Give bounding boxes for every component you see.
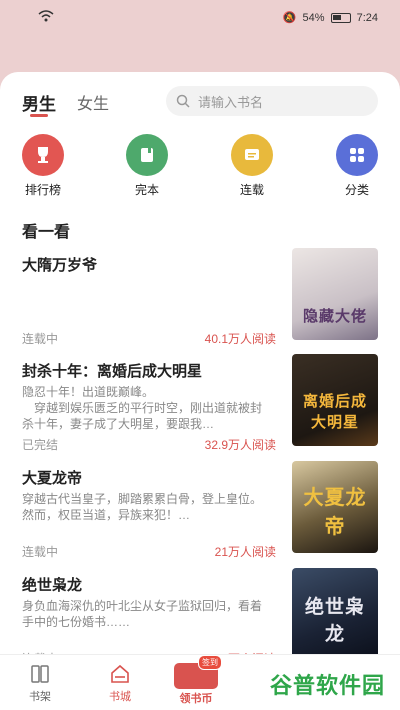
book-icon [126,134,168,176]
search-placeholder: 请输入书名 [198,94,264,110]
category-ranking[interactable]: 排行榜 [3,134,83,198]
book-status: 连载中 [22,332,59,346]
cover-title: 大夏龙帝 [303,487,367,538]
cover-title: 隐藏大佬 [302,308,367,325]
category-label: 分类 [344,183,369,197]
tab-indicator [30,114,48,117]
book-cover[interactable]: 隐藏大佬 [292,248,378,340]
clock: 7:24 [356,11,378,24]
cover-title: 绝世枭龙 [304,597,365,645]
book-title: 大夏龙帝 [22,470,83,487]
top-bar: 男生 女生 请输入书名 [0,86,400,122]
book-desc: 隐忍十年！出道既巅峰。 穿越到娱乐匮乏的平行时空，刚出道就被封杀十年，妻子成了大… [22,385,263,431]
store-icon [109,663,131,685]
chat-book-icon [231,134,273,176]
nav-label: 书城 [109,691,131,703]
book-desc: 身负血海深仇的叶北尘从女子监狱回归，看着手中的七份婚书…… [22,599,263,629]
status-bar: 🔕 54% 7:24 [0,0,400,36]
bookshelf-icon [29,663,51,685]
nav-label: 书架 [29,691,51,703]
main-sheet: 男生 女生 请输入书名 排行榜 完本 连载 分类 看一看 大隋万岁爷 连载中 4… [0,72,400,710]
book-item[interactable]: 大隋万岁爷 连载中 40.1万人阅读 隐藏大佬 [0,248,400,362]
book-desc [22,278,272,326]
category-label: 连载 [239,183,264,197]
book-item[interactable]: 封杀十年：离婚后成大明星 隐忍十年！出道既巅峰。 穿越到娱乐匮乏的平行时空，刚出… [0,354,400,468]
category-classify[interactable]: 分类 [317,134,397,198]
battery-icon [330,12,351,23]
book-title: 绝世枭龙 [22,577,83,594]
book-desc: 穿越古代当皇子，脚踏累累白骨，登上皇位。 然而，权臣当道，异族来犯！… [22,492,263,522]
book-title: 大隋万岁爷 [22,257,98,274]
battery-percent: 54% [302,11,325,24]
book-cover[interactable]: 绝世枭龙 [292,568,378,660]
nav-label: 领书币 [179,693,213,705]
grid-icon [336,134,378,176]
book-status: 已完结 [22,438,59,452]
book-item[interactable]: 大夏龙帝 穿越古代当皇子，脚踏累累白骨，登上皇位。 然而，权臣当道，异族来犯！…… [0,461,400,575]
book-reads: 32.9万人阅读 [204,438,276,452]
trophy-icon [22,134,64,176]
watermark: 谷普软件园 [270,673,386,698]
category-serial[interactable]: 连载 [212,134,292,198]
category-complete[interactable]: 完本 [107,134,187,198]
book-cover[interactable]: 离婚后成大明星 [292,354,378,446]
tab-male[interactable]: 男生 [22,90,56,115]
nav-sign[interactable]: 签到 领书币 [166,655,226,706]
nav-shelf[interactable]: 书架 [10,663,70,704]
book-reads: 21万人阅读 [214,545,276,559]
section-title: 看一看 [22,224,71,241]
wifi-icon [38,10,54,25]
sign-badge: 签到 [198,655,222,670]
cover-title: 离婚后成大明星 [302,393,367,431]
search-icon [176,94,190,108]
book-cover[interactable]: 大夏龙帝 [292,461,378,553]
nav-store[interactable]: 书城 [90,663,150,704]
category-label: 排行榜 [24,183,61,197]
mute-icon: 🔕 [282,12,297,24]
book-reads: 40.1万人阅读 [204,332,276,346]
search-input[interactable]: 请输入书名 [166,86,378,116]
book-status: 连载中 [22,545,59,559]
category-row: 排行榜 完本 连载 分类 [0,134,400,200]
tab-female[interactable]: 女生 [77,90,109,114]
coin-icon: 签到 [174,655,222,689]
category-label: 完本 [134,183,159,197]
book-title: 封杀十年：离婚后成大明星 [22,363,203,380]
